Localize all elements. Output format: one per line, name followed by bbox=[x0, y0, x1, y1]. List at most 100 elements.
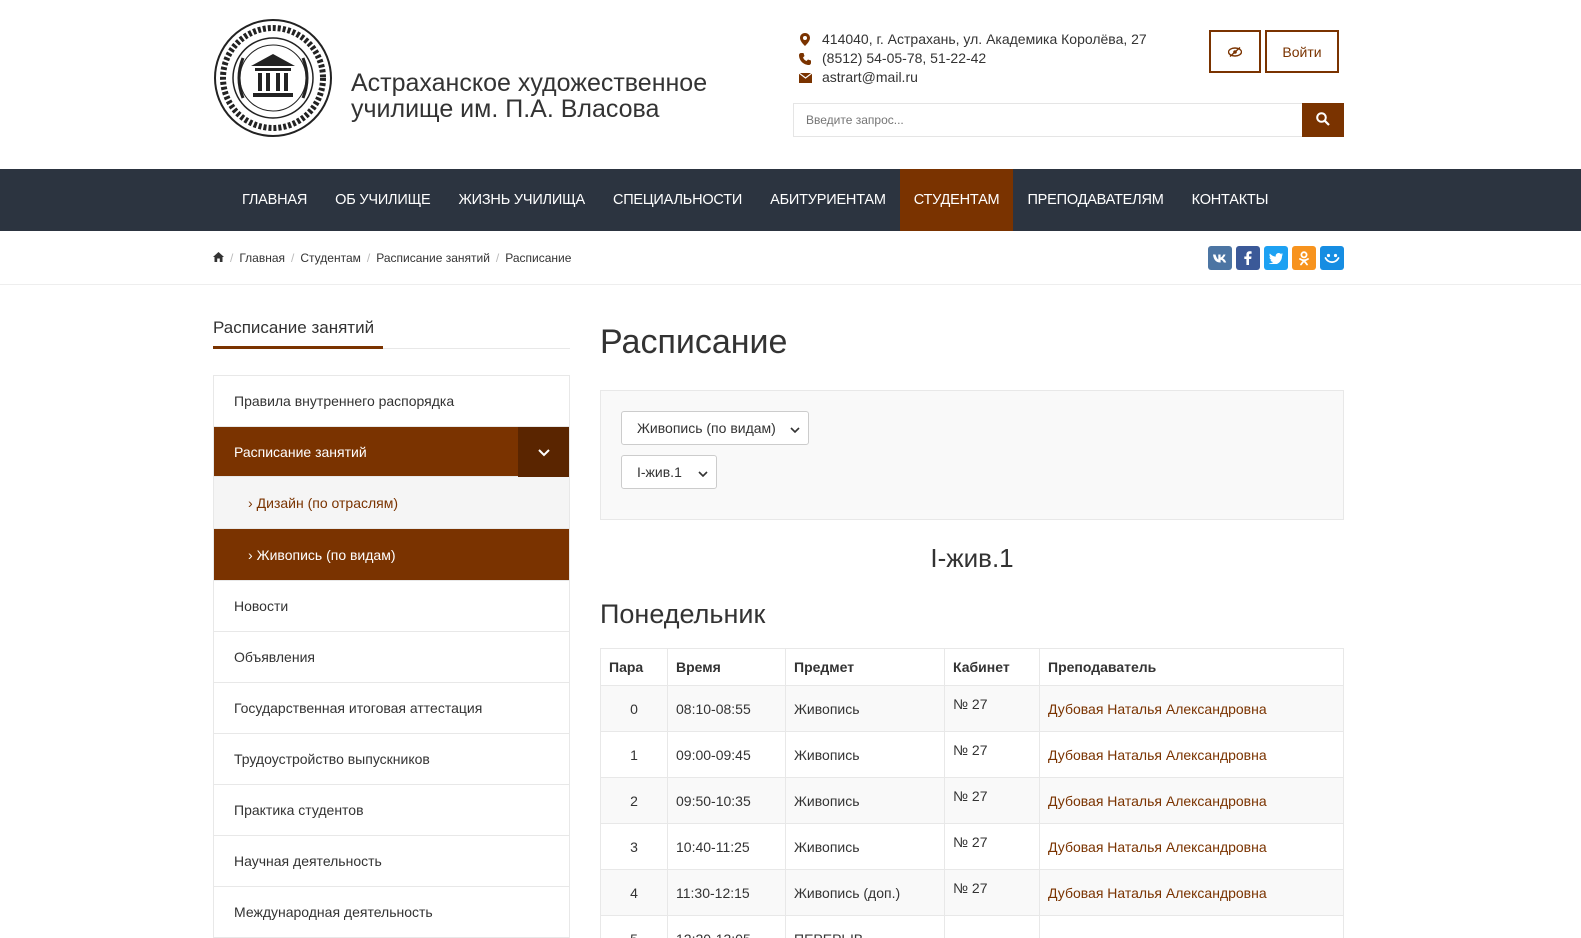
twitter-share-icon[interactable] bbox=[1264, 246, 1288, 270]
teacher-link[interactable]: Дубовая Наталья Александровна bbox=[1039, 731, 1344, 778]
cell-subject: ПЕРЕРЫВ bbox=[785, 915, 945, 938]
sidebar-item-international[interactable]: Международная деятельность bbox=[214, 887, 569, 938]
sidebar-item-label: Объявления bbox=[234, 649, 315, 665]
breadcrumb-current: Расписание bbox=[505, 251, 572, 265]
main-content: Расписание Живопись (по видам) I-жив.1 I… bbox=[600, 315, 1344, 938]
login-button[interactable]: Войти bbox=[1265, 30, 1339, 73]
breadcrumb-students[interactable]: Студентам bbox=[300, 251, 361, 265]
cell-pair: 4 bbox=[600, 869, 668, 916]
sidebar-item-employment[interactable]: Трудоустройство выпускников bbox=[214, 734, 569, 785]
nav-item-life[interactable]: Жизнь училища bbox=[444, 169, 598, 231]
table-row: 1 09:00-09:45 Живопись № 27 Дубовая Ната… bbox=[600, 731, 1344, 778]
cell-time: 08:10-08:55 bbox=[667, 685, 786, 732]
nav-item-home[interactable]: Главная bbox=[228, 169, 321, 231]
sidebar-item-label: Практика студентов bbox=[234, 802, 364, 818]
teacher-link[interactable]: Дубовая Наталья Александровна bbox=[1039, 777, 1344, 824]
cell-subject: Живопись bbox=[785, 685, 945, 732]
chevron-right-icon: › bbox=[248, 546, 253, 563]
cell-subject: Живопись bbox=[785, 823, 945, 870]
cell-room bbox=[944, 915, 1040, 938]
sidebar-item-label: Международная деятельность bbox=[234, 904, 433, 920]
cell-subject: Живопись bbox=[785, 731, 945, 778]
cell-pair: 2 bbox=[600, 777, 668, 824]
sidebar-subitem-painting[interactable]: › Живопись (по видам) bbox=[214, 529, 569, 581]
cell-pair: 1 bbox=[600, 731, 668, 778]
envelope-icon bbox=[798, 71, 812, 85]
sidebar-menu: Правила внутреннего распорядка Расписани… bbox=[213, 375, 570, 938]
sidebar-subitem-label: Живопись (по видам) bbox=[256, 546, 396, 563]
schedule-table: Пара Время Предмет Кабинет Преподаватель… bbox=[600, 648, 1344, 938]
chevron-right-icon: › bbox=[248, 494, 253, 511]
site-header: Астраханское художественное училище им. … bbox=[213, 0, 1344, 169]
search-button[interactable] bbox=[1302, 103, 1344, 137]
nav-item-specialties[interactable]: Специальности bbox=[599, 169, 756, 231]
cell-room: № 27 bbox=[944, 869, 1040, 916]
nav-item-about[interactable]: Об училище bbox=[321, 169, 444, 231]
sidebar-item-label: Новости bbox=[234, 598, 289, 614]
phone-row: (8512) 54-05-78, 51-22-42 bbox=[798, 49, 1147, 68]
sidebar-subitem-label: Дизайн (по отраслям) bbox=[256, 494, 399, 511]
table-row: 4 11:30-12:15 Живопись (доп.) № 27 Дубов… bbox=[600, 869, 1344, 916]
breadcrumb-home[interactable]: Главная bbox=[239, 251, 285, 265]
address-text: 414040, г. Астрахань, ул. Академика Коро… bbox=[822, 31, 1147, 47]
address-row: 414040, г. Астрахань, ул. Академика Коро… bbox=[798, 30, 1147, 49]
table-row: 3 10:40-11:25 Живопись № 27 Дубовая Ната… bbox=[600, 823, 1344, 870]
sidebar-item-news[interactable]: Новости bbox=[214, 581, 569, 632]
nav-item-teachers[interactable]: Преподавателям bbox=[1013, 169, 1177, 231]
contacts: 414040, г. Астрахань, ул. Академика Коро… bbox=[798, 30, 1147, 87]
nav-item-students[interactable]: Студентам bbox=[899, 169, 1014, 231]
teacher-link[interactable]: Дубовая Наталья Александровна bbox=[1039, 823, 1344, 870]
nav-item-contacts[interactable]: Контакты bbox=[1178, 169, 1283, 231]
accessibility-button[interactable] bbox=[1209, 30, 1261, 73]
cell-time: 10:40-11:25 bbox=[667, 823, 786, 870]
sidebar: Расписание занятий Правила внутреннего р… bbox=[213, 315, 570, 938]
breadcrumb-separator: / bbox=[291, 251, 295, 265]
breadcrumb-separator: / bbox=[366, 251, 371, 265]
sidebar-item-announcements[interactable]: Объявления bbox=[214, 632, 569, 683]
teacher-link[interactable]: Дубовая Наталья Александровна bbox=[1039, 685, 1344, 732]
home-icon[interactable] bbox=[213, 251, 224, 265]
group-title: I-жив.1 bbox=[930, 543, 1014, 573]
site-title-line2: училище им. П.А. Власова bbox=[351, 95, 660, 123]
sidebar-subitem-design[interactable]: › Дизайн (по отраслям) bbox=[214, 477, 569, 529]
sidebar-item-research[interactable]: Научная деятельность bbox=[214, 836, 569, 887]
sidebar-item-rules[interactable]: Правила внутреннего распорядка bbox=[214, 376, 569, 427]
nav-item-applicants[interactable]: Абитуриентам bbox=[756, 169, 900, 231]
cell-room: № 27 bbox=[944, 731, 1040, 778]
email-row: astrart@mail.ru bbox=[798, 68, 1147, 87]
breadcrumb-separator: / bbox=[230, 251, 234, 265]
sidebar-item-label: Научная деятельность bbox=[234, 853, 382, 869]
college-logo[interactable] bbox=[213, 18, 333, 138]
teacher-link[interactable]: Дубовая Наталья Александровна bbox=[1039, 869, 1344, 916]
sidebar-item-practice[interactable]: Практика студентов bbox=[214, 785, 569, 836]
cell-time: 12:20-13:05 bbox=[667, 915, 786, 938]
sidebar-item-schedule[interactable]: Расписание занятий bbox=[214, 427, 569, 477]
moimir-share-icon[interactable] bbox=[1320, 246, 1344, 270]
cell-time: 09:50-10:35 bbox=[667, 777, 786, 824]
group-select[interactable]: I-жив.1 bbox=[621, 455, 717, 489]
search-input[interactable] bbox=[793, 103, 1302, 137]
eye-slash-icon bbox=[1227, 44, 1243, 60]
specialty-select[interactable]: Живопись (по видам) bbox=[621, 411, 809, 445]
cell-pair: 5 bbox=[600, 915, 668, 938]
email-link[interactable]: astrart@mail.ru bbox=[822, 68, 918, 87]
odnoklassniki-share-icon[interactable] bbox=[1292, 246, 1316, 270]
day-title: Понедельник bbox=[600, 599, 766, 629]
sidebar-title: Расписание занятий bbox=[213, 315, 570, 349]
facebook-share-icon[interactable] bbox=[1236, 246, 1260, 270]
phone-icon bbox=[798, 52, 812, 66]
teacher-link[interactable] bbox=[1039, 915, 1344, 938]
column-header-teacher: Преподаватель bbox=[1039, 648, 1344, 686]
cell-room: № 27 bbox=[944, 777, 1040, 824]
sidebar-item-label: Расписание занятий bbox=[234, 443, 367, 460]
page-title: Расписание bbox=[600, 323, 788, 361]
site-title[interactable]: Астраханское художественное училище им. … bbox=[351, 70, 771, 122]
vk-share-icon[interactable] bbox=[1208, 246, 1232, 270]
table-row: 2 09:50-10:35 Живопись № 27 Дубовая Ната… bbox=[600, 777, 1344, 824]
breadcrumb-schedule-classes[interactable]: Расписание занятий bbox=[376, 251, 490, 265]
specialty-select-value: Живопись (по видам) bbox=[637, 420, 776, 436]
schedule-filter: Живопись (по видам) I-жив.1 bbox=[600, 390, 1344, 520]
sidebar-item-final-attestation[interactable]: Государственная итоговая аттестация bbox=[214, 683, 569, 734]
group-select-value: I-жив.1 bbox=[637, 464, 682, 480]
submenu-toggle-button[interactable] bbox=[518, 427, 569, 477]
